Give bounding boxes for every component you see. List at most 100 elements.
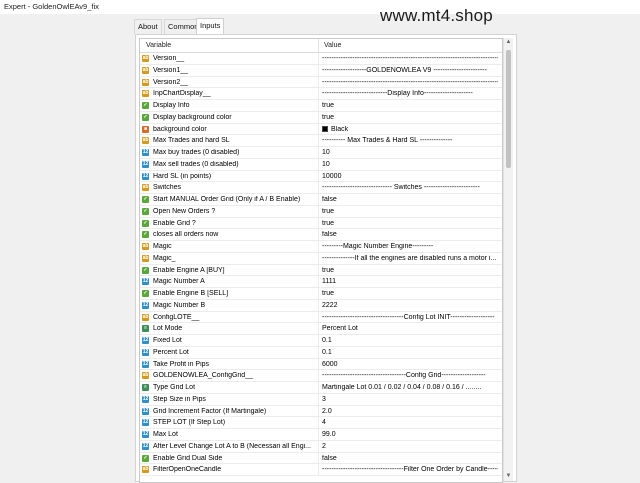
table-row[interactable]: 12 Magic Number A 1111 <box>140 276 502 288</box>
table-row[interactable]: ✓ Open New Orders ? true <box>140 205 502 218</box>
table-row[interactable]: ab InpChartDisplay__ ---------------------… <box>140 88 502 100</box>
variable-cell[interactable]: ab ConfigLOTE__ <box>140 311 319 323</box>
value-cell[interactable]: ----------------------------------------… <box>322 55 498 62</box>
variable-cell[interactable]: ≡ Lot Mode <box>140 323 319 334</box>
variable-cell[interactable]: ab Magic_ <box>140 252 319 264</box>
scroll-up-arrow-icon[interactable]: ▲ <box>505 39 512 46</box>
table-row[interactable]: ✓ Enable Grid Dual Side false <box>140 452 502 465</box>
variable-cell[interactable]: ab Version__ <box>140 53 319 64</box>
value-cell[interactable]: -----------------------------------Confi… <box>322 314 498 321</box>
value-cell[interactable]: Percent Lot <box>322 325 498 332</box>
variable-cell[interactable]: 12 Max sell trades (0 disabled) <box>140 158 319 170</box>
table-row[interactable]: 12 Fixed Lot 0.1 <box>140 335 502 347</box>
table-row[interactable]: ≡ Type Grid Lot Martingale Lot 0.01 / 0.02… <box>140 382 502 394</box>
table-row[interactable]: 12 Percent Lot 0.1 <box>140 346 502 359</box>
variable-cell[interactable]: 12 Hard SL (in points) <box>140 170 319 182</box>
variable-cell[interactable]: ✓ Enable Grid Dual Side <box>140 452 319 464</box>
variable-cell[interactable]: ab Max Trades and hard SL <box>140 135 319 146</box>
table-row[interactable]: 12 After Level Change Lot A to B (Necessa… <box>140 440 502 453</box>
table-row[interactable]: 12 Max sell trades (0 disabled) 10 <box>140 158 502 171</box>
scroll-down-arrow-icon[interactable]: ▼ <box>505 473 512 480</box>
value-cell[interactable]: true <box>322 102 498 109</box>
table-row[interactable]: 12 Max buy trades (0 disabled) 10 <box>140 147 502 159</box>
table-row[interactable]: ab Version2__ ----------------------------… <box>140 76 502 89</box>
table-row[interactable]: ab Magic ---------Magic Number Engine-----… <box>140 241 502 253</box>
value-cell[interactable]: 2 <box>322 443 498 450</box>
value-cell[interactable]: 0.1 <box>322 337 498 344</box>
table-row[interactable]: ab Version__ -----------------------------… <box>140 53 502 65</box>
table-row[interactable]: ✓ Display Info true <box>140 100 502 112</box>
variable-cell[interactable]: ✓ Enable Engine A [BUY] <box>140 264 319 276</box>
variable-cell[interactable]: 12 Max buy trades (0 disabled) <box>140 147 319 158</box>
value-cell[interactable]: false <box>322 231 498 238</box>
table-row[interactable]: 12 Step Size in Pips 3 <box>140 393 502 406</box>
value-cell[interactable]: ----------------------------Display Info… <box>322 90 498 97</box>
variable-cell[interactable]: 12 Percent Lot <box>140 346 319 358</box>
table-row[interactable]: ■ background color Black <box>140 123 502 136</box>
variable-cell[interactable]: 12 Max Lot <box>140 429 319 440</box>
variable-cell[interactable]: ab FilterOpenOneCandle <box>140 464 319 475</box>
value-cell[interactable]: 10 <box>322 161 498 168</box>
value-cell[interactable]: 2222 <box>322 302 498 309</box>
value-cell[interactable]: ---------Magic Number Engine--------- <box>322 243 498 250</box>
value-cell[interactable]: ------------------------------ Switches … <box>322 184 498 191</box>
table-row[interactable]: ✓ Enable Engine A [BUY] true <box>140 264 502 277</box>
table-row[interactable]: 12 Grid Increment Factor (If Martingale) 2… <box>140 405 502 418</box>
table-row[interactable]: ✓ Start MANUAL Order Grid (Only if A / B … <box>140 194 502 206</box>
value-cell[interactable]: --------------If all the engines are dis… <box>322 255 498 262</box>
value-cell[interactable]: 1111 <box>322 278 498 285</box>
table-row[interactable]: ab Switches ------------------------------… <box>140 182 502 194</box>
column-header-value[interactable]: Value <box>324 42 341 49</box>
table-row[interactable]: 12 STEP LOT (If Step Lot) 4 <box>140 417 502 429</box>
variable-cell[interactable]: 12 Step Size in Pips <box>140 393 319 405</box>
variable-cell[interactable]: ab GOLDENOWLEA_ConfigGrid__ <box>140 370 319 381</box>
table-row[interactable]: 12 Max Lot 99.0 <box>140 429 502 441</box>
value-cell[interactable]: Martingale Lot 0.01 / 0.02 / 0.04 / 0.08… <box>322 384 498 391</box>
value-cell[interactable]: 10000 <box>322 173 498 180</box>
table-row[interactable]: ab Max Trades and hard SL ---------- Max T… <box>140 135 502 147</box>
variable-cell[interactable]: ✓ Display background color <box>140 111 319 123</box>
value-cell[interactable]: 10 <box>322 149 498 156</box>
table-row[interactable]: ab Magic_ --------------If all the engines… <box>140 252 502 265</box>
variable-cell[interactable]: 12 Magic Number A <box>140 276 319 287</box>
variable-cell[interactable]: ✓ Enable Grid ? <box>140 217 319 229</box>
table-row[interactable]: ✓ Enable Grid ? true <box>140 217 502 230</box>
value-cell[interactable]: 6000 <box>322 361 498 368</box>
value-cell[interactable]: true <box>322 208 498 215</box>
vertical-scrollbar[interactable]: ▲ ▼ <box>503 38 513 481</box>
variable-cell[interactable]: 12 After Level Change Lot A to B (Necessa… <box>140 440 319 452</box>
value-cell[interactable]: true <box>322 220 498 227</box>
value-cell[interactable]: 2.0 <box>322 408 498 415</box>
table-row[interactable]: 12 Take Profit in Pips 6000 <box>140 358 502 371</box>
table-row[interactable]: 12 Magic Number B 2222 <box>140 299 502 312</box>
value-cell[interactable]: -----------------------------------Filte… <box>322 466 498 473</box>
column-divider[interactable] <box>318 39 319 52</box>
variable-cell[interactable]: 12 STEP LOT (If Step Lot) <box>140 417 319 428</box>
value-cell[interactable]: 4 <box>322 419 498 426</box>
table-row[interactable]: ab FilterOpenOneCandle -------------------… <box>140 464 502 476</box>
variable-cell[interactable]: ab Magic <box>140 241 319 252</box>
value-cell[interactable]: true <box>322 114 498 121</box>
value-cell[interactable]: false <box>322 196 498 203</box>
value-cell[interactable]: true <box>322 290 498 297</box>
variable-cell[interactable]: ✓ Enable Engine B [SELL] <box>140 288 319 299</box>
table-row[interactable]: ≡ Lot Mode Percent Lot <box>140 323 502 335</box>
table-row[interactable]: ✓ Enable Engine B [SELL] true <box>140 288 502 300</box>
tab-about[interactable]: About <box>134 19 162 34</box>
table-row[interactable]: ✓ closes all orders now false <box>140 229 502 241</box>
value-cell[interactable]: 3 <box>322 396 498 403</box>
value-cell[interactable]: ------------------------------------Conf… <box>322 372 498 379</box>
value-cell[interactable]: Black <box>322 125 498 133</box>
variable-cell[interactable]: ✓ Display Info <box>140 100 319 111</box>
table-row[interactable]: ab GOLDENOWLEA_ConfigGrid__ --------------… <box>140 370 502 382</box>
value-cell[interactable]: ---------- Max Trades & Hard SL --------… <box>322 137 498 144</box>
variable-cell[interactable]: ✓ closes all orders now <box>140 229 319 240</box>
table-row[interactable]: ab Version1__ -------------------GOLDENOWL… <box>140 64 502 77</box>
variable-cell[interactable]: ■ background color <box>140 123 319 135</box>
variable-cell[interactable]: 12 Magic Number B <box>140 299 319 311</box>
variable-cell[interactable]: ✓ Open New Orders ? <box>140 205 319 217</box>
variable-cell[interactable]: ab Version1__ <box>140 64 319 76</box>
scrollbar-thumb[interactable] <box>506 50 511 168</box>
value-cell[interactable]: ----------------------------------------… <box>322 79 498 86</box>
value-cell[interactable]: true <box>322 267 498 274</box>
